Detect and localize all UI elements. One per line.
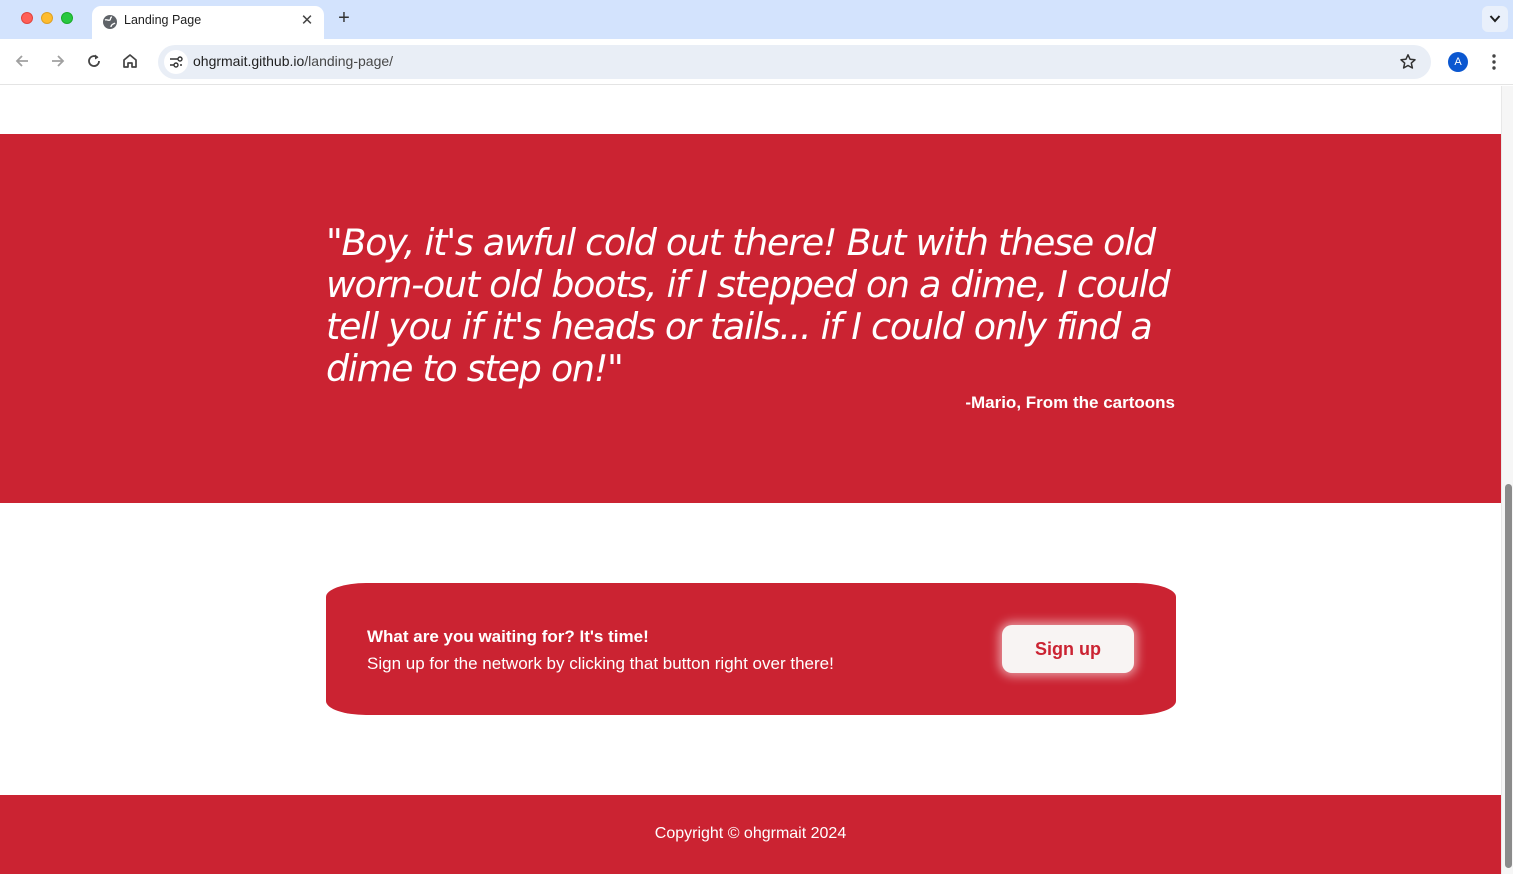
url-path: /landing-page/ — [304, 53, 394, 69]
globe-icon — [102, 14, 118, 30]
minimize-window-button[interactable] — [41, 12, 53, 24]
profile-avatar[interactable]: A — [1448, 52, 1468, 72]
home-icon[interactable] — [121, 52, 139, 70]
more-menu-icon[interactable] — [1486, 52, 1502, 72]
site-info-icon[interactable] — [164, 50, 188, 74]
url-text[interactable]: ohgrmait.github.io/landing-page/ — [193, 53, 393, 69]
quote-section: "Boy, it's awful cold out there! But wit… — [0, 134, 1501, 503]
maximize-window-button[interactable] — [61, 12, 73, 24]
scrollbar-thumb[interactable] — [1505, 484, 1512, 868]
tab-title: Landing Page — [124, 13, 202, 27]
call-to-action: What are you waiting for? It's time! Sig… — [326, 583, 1176, 715]
close-window-button[interactable] — [21, 12, 33, 24]
quote-author: -Mario, From the cartoons — [965, 393, 1175, 412]
page-viewport: "Boy, it's awful cold out there! But wit… — [0, 86, 1501, 874]
back-arrow-icon[interactable] — [13, 52, 31, 70]
new-tab-button[interactable]: + — [334, 8, 354, 28]
cta-heading: What are you waiting for? It's time! — [367, 627, 649, 646]
active-tab[interactable]: Landing Page ✕ — [92, 6, 324, 39]
cta-subtext: Sign up for the network by clicking that… — [367, 654, 834, 673]
tab-search-button[interactable] — [1482, 6, 1508, 32]
sign-up-button[interactable]: Sign up — [1002, 625, 1134, 673]
quote-text: "Boy, it's awful cold out there! But wit… — [326, 221, 1171, 390]
reload-icon[interactable] — [85, 52, 103, 70]
forward-arrow-icon[interactable] — [49, 52, 67, 70]
chevron-down-icon — [1489, 15, 1501, 23]
footer: Copyright © ohgrmait 2024 — [0, 795, 1501, 874]
copyright-text: Copyright © ohgrmait 2024 — [654, 825, 847, 842]
page-scrollbar[interactable] — [1501, 86, 1513, 874]
address-bar[interactable]: ohgrmait.github.io/landing-page/ — [158, 45, 1431, 79]
browser-toolbar: ohgrmait.github.io/landing-page/ A — [0, 39, 1513, 85]
bookmark-star-icon[interactable] — [1399, 53, 1417, 71]
browser-tab-strip: Landing Page ✕ + — [0, 0, 1513, 39]
close-tab-icon[interactable]: ✕ — [298, 12, 316, 30]
url-host: ohgrmait.github.io — [193, 53, 305, 69]
